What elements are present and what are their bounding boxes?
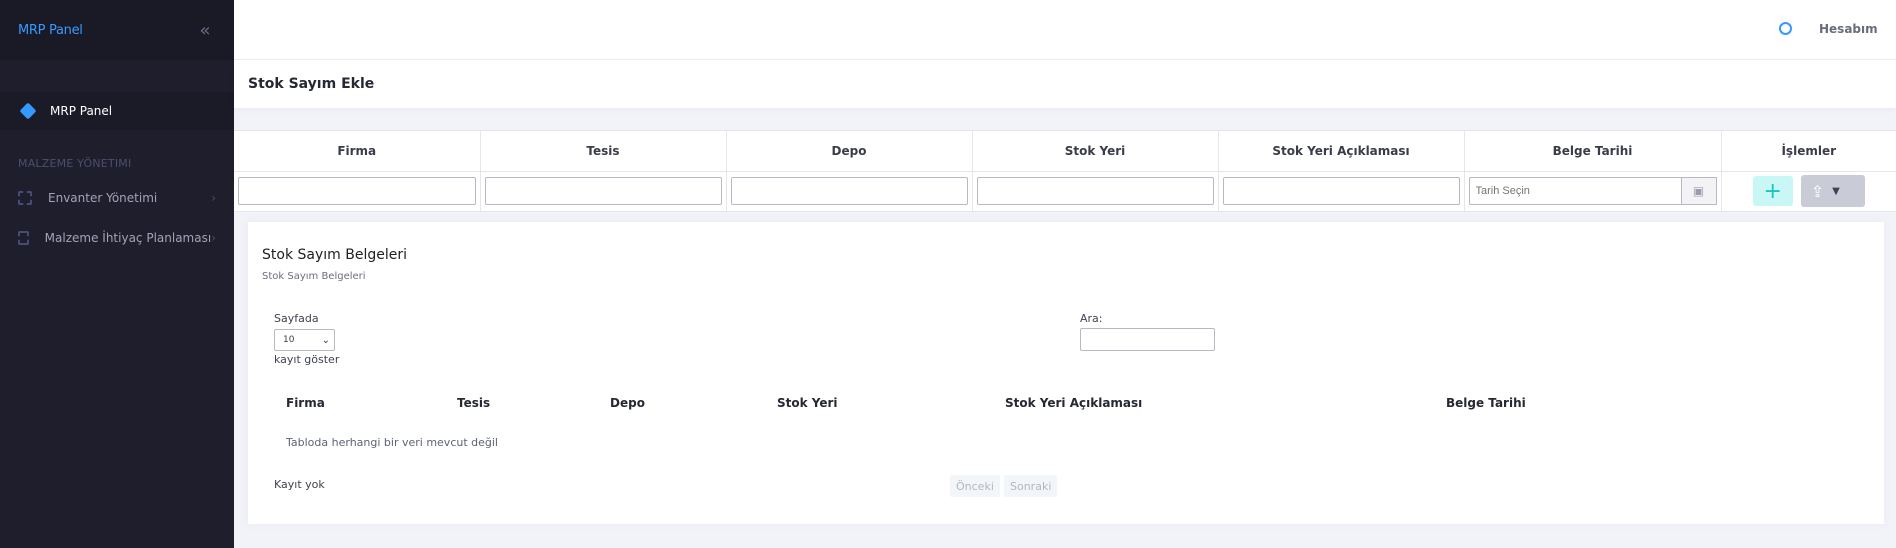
chevron-right-icon: ›	[211, 231, 216, 245]
chevron-down-icon: ⌄	[321, 334, 330, 346]
sidebar-item-envanter[interactable]: Envanter Yönetimi ›	[0, 178, 234, 218]
sidebar-item-malzeme-ihtiyac[interactable]: Malzeme İhtiyaç Planlaması ›	[0, 218, 234, 258]
form-header-stok-yeri-aciklamasi: Stok Yeri Açıklaması	[1218, 131, 1465, 172]
top-header: Hesabım	[234, 0, 1896, 60]
page-length-value: 10	[283, 335, 295, 345]
next-page-button[interactable]: Sonraki	[1004, 475, 1058, 497]
tesis-input[interactable]	[484, 177, 722, 206]
sidebar-item-mrp-panel[interactable]: MRP Panel	[0, 92, 234, 130]
form-cell	[480, 171, 727, 211]
table-header-belge-tarihi[interactable]: Belge Tarihi	[1446, 396, 1526, 410]
chevron-down-icon: ▼	[1832, 185, 1840, 197]
layout-icon	[18, 231, 29, 245]
brand-name[interactable]: MRP Panel	[18, 23, 83, 38]
sidebar: MRP Panel « MRP Panel MALZEME YÖNETIMI E…	[0, 0, 234, 548]
search-label: Ara:	[1080, 312, 1103, 325]
page-title: Stok Sayım Ekle	[248, 76, 375, 92]
stock-count-form: Firma Tesis Depo Stok Yeri Stok Yeri Açı…	[234, 130, 1896, 212]
form-header-islemler: İşlemler	[1721, 131, 1896, 172]
calendar-icon[interactable]: ▣	[1680, 177, 1717, 206]
form-cell: + ⇪ ▼	[1721, 171, 1896, 211]
form-header-tesis: Tesis	[480, 131, 727, 172]
date-picker: ▣	[1468, 177, 1717, 206]
form-cell	[1218, 171, 1465, 211]
table-header-tesis[interactable]: Tesis	[457, 396, 490, 410]
export-button[interactable]: ⇪ ▼	[1800, 175, 1865, 208]
depo-input[interactable]	[730, 177, 968, 206]
sidebar-item-label: Envanter Yönetimi	[48, 191, 158, 205]
subheader: Stok Sayım Ekle	[234, 60, 1896, 108]
upload-icon: ⇪	[1810, 181, 1825, 201]
diamond-icon	[19, 102, 37, 120]
form-header-firma: Firma	[234, 131, 481, 172]
form-header-stok-yeri: Stok Yeri	[972, 131, 1219, 172]
form-cell	[234, 171, 481, 211]
sidebar-item-label: MRP Panel	[50, 104, 113, 118]
form-cell	[972, 171, 1219, 211]
sidebar-item-label: Malzeme İhtiyaç Planlaması	[44, 231, 212, 245]
firma-input[interactable]	[238, 177, 476, 206]
stok-yeri-aciklamasi-input[interactable]	[1222, 177, 1460, 206]
card-title: Stok Sayım Belgeleri	[262, 247, 407, 263]
table-header-stok-yeri-aciklamasi[interactable]: Stok Yeri Açıklaması	[1005, 396, 1142, 410]
form-cell	[726, 171, 973, 211]
search-input[interactable]	[1080, 328, 1215, 351]
table-header-stok-yeri[interactable]: Stok Yeri	[777, 396, 838, 410]
search-icon[interactable]	[1779, 22, 1792, 35]
belge-tarihi-input[interactable]	[1468, 177, 1681, 206]
account-menu[interactable]: Hesabım	[1819, 22, 1878, 36]
form-header-belge-tarihi: Belge Tarihi	[1464, 131, 1722, 172]
chevron-right-icon: ›	[211, 191, 216, 205]
brand-bar: MRP Panel «	[0, 0, 234, 60]
table-header-firma[interactable]: Firma	[286, 396, 325, 410]
table-empty-message: Tabloda herhangi bir veri mevcut değil	[286, 436, 498, 449]
form-header-depo: Depo	[726, 131, 973, 172]
page-length-select[interactable]: 10 ⌄	[274, 329, 335, 351]
previous-page-button[interactable]: Önceki	[950, 475, 1000, 497]
layout-icon	[18, 191, 32, 205]
plus-icon: +	[1763, 178, 1782, 204]
sidebar-section-title: MALZEME YÖNETIMI	[18, 156, 132, 170]
add-button[interactable]: +	[1752, 176, 1793, 207]
double-chevron-left-icon[interactable]: «	[194, 19, 216, 41]
page-length-suffix: kayıt göster	[274, 353, 340, 366]
table-header-depo[interactable]: Depo	[610, 396, 645, 410]
stok-yeri-input[interactable]	[976, 177, 1214, 206]
card-subtitle: Stok Sayım Belgeleri	[262, 271, 366, 282]
form-cell: ▣	[1464, 171, 1722, 211]
row-actions: + ⇪ ▼	[1726, 175, 1893, 208]
table-info: Kayıt yok	[274, 478, 325, 491]
page-length-label: Sayfada	[274, 312, 319, 325]
documents-card: Stok Sayım Belgeleri Stok Sayım Belgeler…	[248, 222, 1884, 524]
